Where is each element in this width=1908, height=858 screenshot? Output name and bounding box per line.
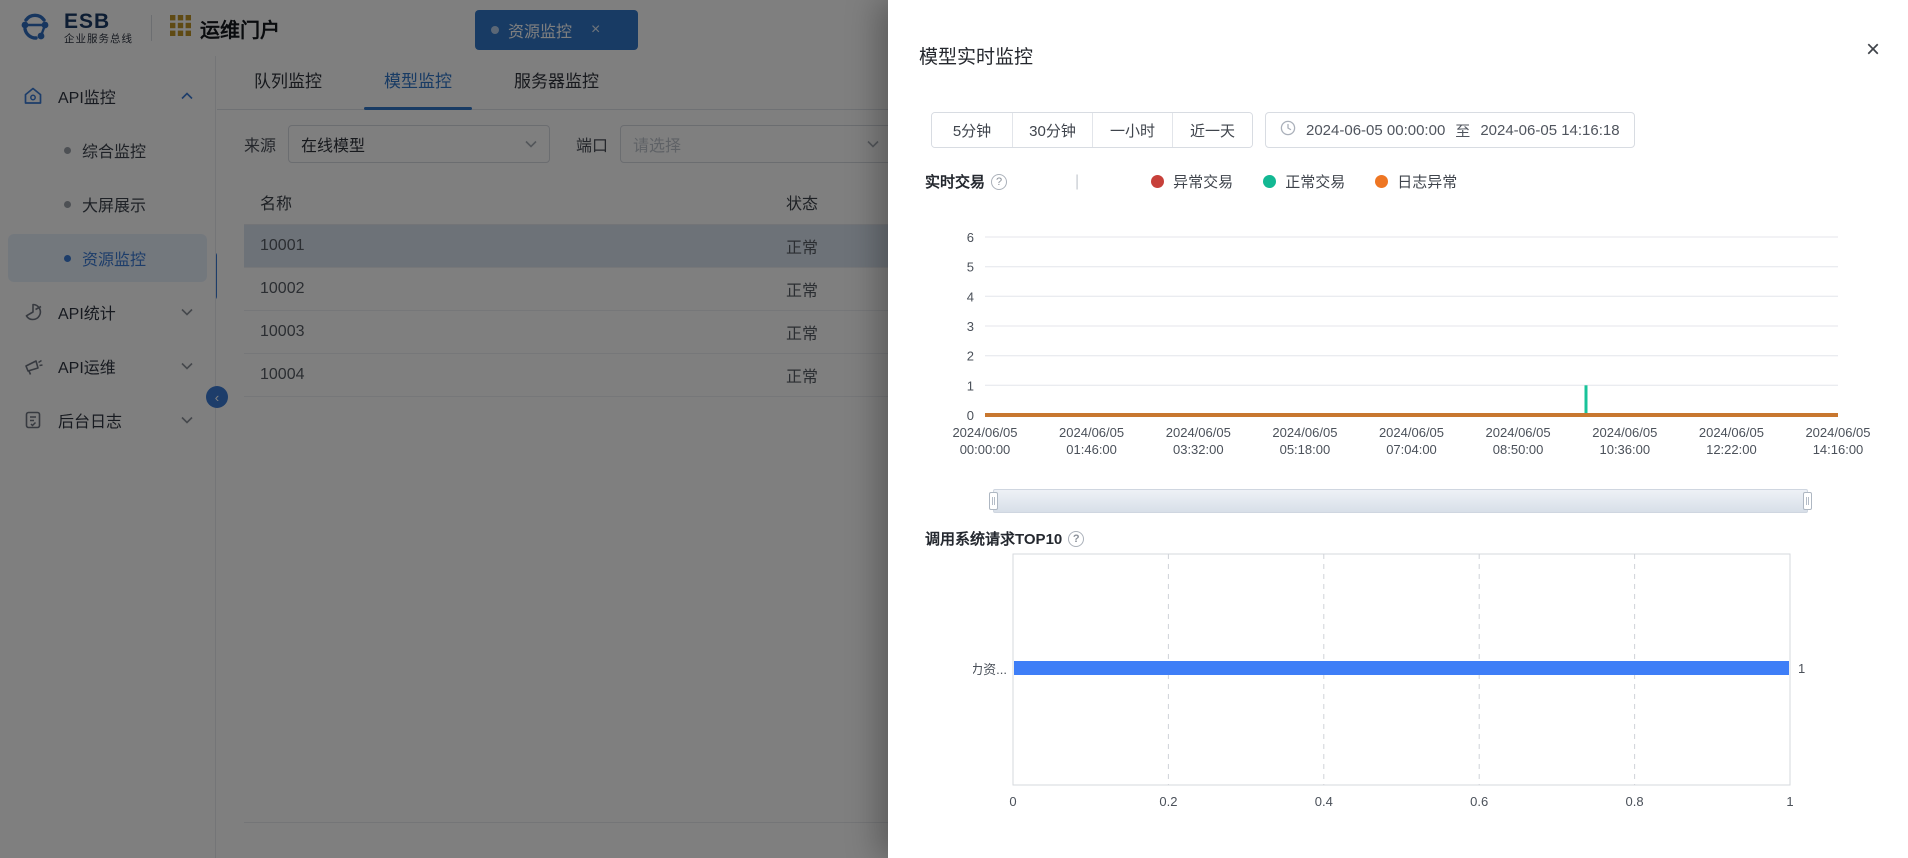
question-circle-icon[interactable]: ?	[991, 174, 1007, 190]
y-tick: 4	[967, 289, 974, 304]
svg-text:2024/06/05: 2024/06/05	[1059, 425, 1124, 440]
legend-label: 正常交易	[1285, 171, 1345, 192]
legend-item-normal[interactable]: 正常交易	[1263, 171, 1345, 192]
svg-text:1: 1	[1786, 794, 1793, 809]
svg-text:05:18:00: 05:18:00	[1280, 442, 1331, 457]
y-tick: 2	[967, 349, 974, 364]
y-tick: 0	[967, 408, 974, 423]
svg-text:07:04:00: 07:04:00	[1386, 442, 1437, 457]
y-tick: 1	[967, 378, 974, 393]
question-circle-icon[interactable]: ?	[1068, 531, 1084, 547]
legend-dot-orange-icon	[1375, 175, 1388, 188]
date-range-start: 2024-06-05 00:00:00	[1306, 122, 1445, 139]
bar-renli	[1014, 661, 1789, 675]
svg-text:0.4: 0.4	[1315, 794, 1333, 809]
time-range-button-group: 5分钟 30分钟 一小时 近一天	[931, 112, 1253, 148]
svg-text:10:36:00: 10:36:00	[1599, 442, 1650, 457]
legend-dot-red-icon	[1151, 175, 1164, 188]
y-tick: 3	[967, 319, 974, 334]
svg-text:2024/06/05: 2024/06/05	[1486, 425, 1551, 440]
svg-text:2024/06/05: 2024/06/05	[1379, 425, 1444, 440]
svg-text:14:16:00: 14:16:00	[1813, 442, 1864, 457]
legend-dot-green-icon	[1263, 175, 1276, 188]
svg-text:01:46:00: 01:46:00	[1066, 442, 1117, 457]
datazoom-slider[interactable]	[993, 489, 1808, 513]
time-controls: 5分钟 30分钟 一小时 近一天 2024-06-05 00:00:00 至 2…	[931, 112, 1635, 148]
top10-title: 调用系统请求TOP10	[925, 528, 1062, 549]
date-range-end: 2024-06-05 14:16:18	[1480, 122, 1619, 139]
drawer-title: 模型实时监控	[919, 42, 1033, 69]
legend-item-log-abnormal[interactable]: 日志异常	[1375, 171, 1457, 192]
svg-text:2024/06/05: 2024/06/05	[1592, 425, 1657, 440]
svg-text:2024/06/05: 2024/06/05	[1805, 425, 1870, 440]
svg-text:0: 0	[1009, 794, 1016, 809]
svg-text:0.6: 0.6	[1470, 794, 1488, 809]
legend-label: 异常交易	[1173, 171, 1233, 192]
bar-x-axis-labels: 0 0.2 0.4 0.6 0.8 1	[1009, 794, 1793, 809]
svg-text:08:50:00: 08:50:00	[1493, 442, 1544, 457]
y-tick: 6	[967, 230, 974, 245]
legend-label: 日志异常	[1397, 171, 1457, 192]
svg-text:12:22:00: 12:22:00	[1706, 442, 1757, 457]
y-tick: 5	[967, 260, 974, 275]
legend-item-abnormal[interactable]: 异常交易	[1151, 171, 1233, 192]
time-button-5min[interactable]: 5分钟	[932, 113, 1012, 147]
time-button-1hour[interactable]: 一小时	[1092, 113, 1172, 147]
time-button-1day[interactable]: 近一天	[1172, 113, 1252, 147]
svg-text:2024/06/05: 2024/06/05	[1272, 425, 1337, 440]
svg-text:00:00:00: 00:00:00	[960, 442, 1011, 457]
top10-bar-chart: 人力资... 1 0 0.2 0.4 0.6 0.8 1	[973, 548, 1833, 810]
svg-text:2024/06/05: 2024/06/05	[952, 425, 1017, 440]
bar-value-label: 1	[1798, 661, 1805, 676]
date-range-picker[interactable]: 2024-06-05 00:00:00 至 2024-06-05 14:16:1…	[1265, 112, 1635, 148]
x-axis-labels: 2024/06/05 00:00:00 2024/06/05 01:46:00 20…	[952, 425, 1870, 457]
realtime-line-chart: 6 5 4 3 2 1 0 2024/06/05 00:00:00 2024/06…	[928, 215, 1878, 470]
legend-separator: |	[1075, 173, 1079, 191]
realtime-transactions-label: 实时交易	[925, 171, 985, 192]
drawer-close-button[interactable]: ×	[1866, 38, 1880, 62]
svg-text:2024/06/05: 2024/06/05	[1699, 425, 1764, 440]
chart-legend: 异常交易 正常交易 日志异常	[1151, 171, 1457, 192]
svg-text:03:32:00: 03:32:00	[1173, 442, 1224, 457]
time-button-30min[interactable]: 30分钟	[1012, 113, 1092, 147]
datazoom-right-handle[interactable]	[1803, 492, 1812, 510]
date-range-separator: 至	[1455, 120, 1470, 141]
svg-text:2024/06/05: 2024/06/05	[1166, 425, 1231, 440]
clock-icon	[1280, 120, 1296, 140]
realtime-legend-row: 实时交易 ? | 异常交易 正常交易 日志异常	[925, 171, 1457, 192]
datazoom-left-handle[interactable]	[989, 492, 998, 510]
bar-category-label: 人力资...	[973, 662, 1007, 677]
svg-text:0.2: 0.2	[1159, 794, 1177, 809]
svg-text:0.8: 0.8	[1626, 794, 1644, 809]
top10-heading: 调用系统请求TOP10 ?	[925, 528, 1084, 549]
model-realtime-drawer: 模型实时监控 × 5分钟 30分钟 一小时 近一天 2024-06-05 00:…	[888, 0, 1908, 858]
